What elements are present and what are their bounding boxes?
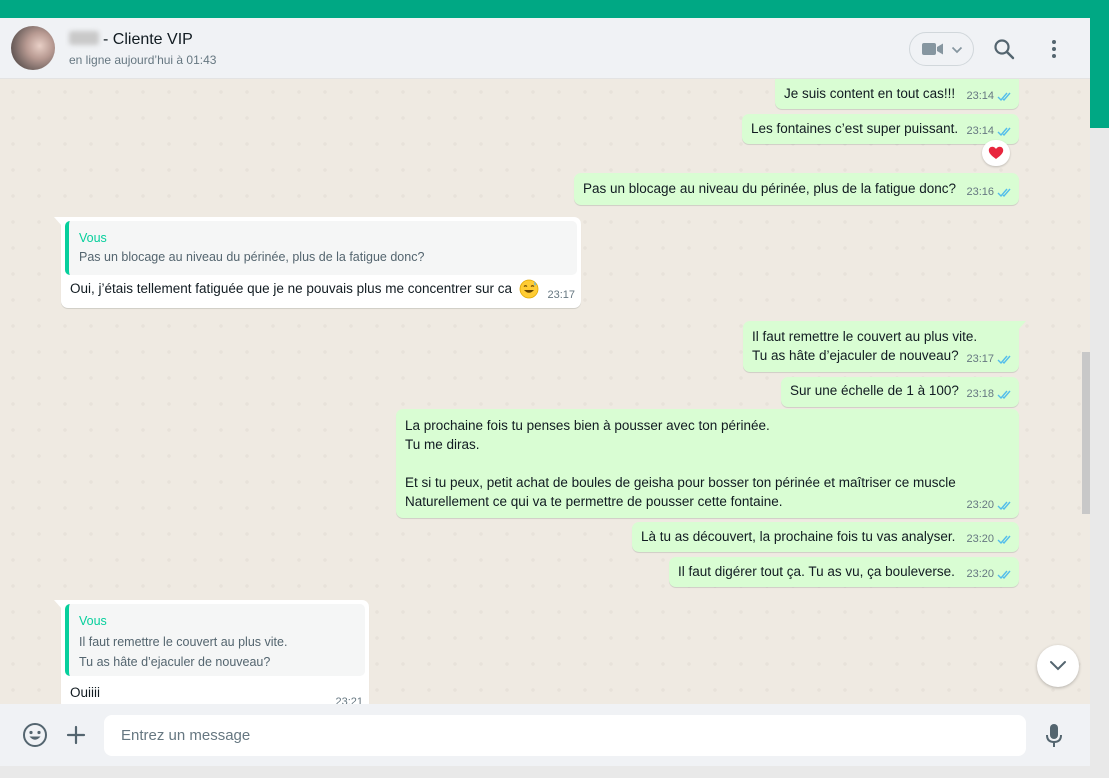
message-text: Sur une échelle de 1 à 100? bbox=[790, 383, 959, 398]
blurred-name bbox=[69, 31, 99, 45]
message-text: Ouiiii bbox=[70, 685, 101, 700]
contact-name[interactable]: - Cliente VIP bbox=[69, 31, 193, 49]
video-call-icon bbox=[922, 43, 943, 55]
microphone-icon[interactable] bbox=[1045, 723, 1063, 749]
message-outgoing[interactable]: Il faut remettre le couvert au plus vite… bbox=[743, 321, 1026, 372]
message-meta: 23:18 bbox=[966, 385, 1013, 404]
contact-name-label: - Cliente VIP bbox=[103, 31, 193, 48]
message-outgoing[interactable]: Les fontaines c’est super puissant. 23:1… bbox=[742, 114, 1019, 144]
read-ticks-icon bbox=[997, 127, 1011, 137]
quoted-message[interactable]: Vous Il faut remettre le couvert au plus… bbox=[65, 604, 365, 676]
contact-status: en ligne aujourd’hui à 01:43 bbox=[69, 53, 217, 67]
bubble-tail bbox=[54, 600, 62, 609]
message-time: 23:20 bbox=[966, 499, 994, 511]
avatar[interactable] bbox=[11, 26, 55, 70]
message-meta: 23:14 bbox=[966, 122, 1013, 141]
message-time: 23:17 bbox=[547, 289, 575, 301]
message-text: Les fontaines c’est super puissant. bbox=[751, 121, 959, 136]
message-text: Il faut digérer tout ça. Tu as vu, ça bo… bbox=[678, 564, 955, 579]
message-outgoing[interactable]: Pas un blocage au niveau du périnée, plu… bbox=[574, 173, 1019, 205]
message-text: Là tu as découvert, la prochaine fois tu… bbox=[641, 529, 956, 544]
message-time: 23:17 bbox=[966, 353, 994, 365]
grinning-sweat-emoji-icon bbox=[519, 279, 539, 299]
message-outgoing[interactable]: Il faut digérer tout ça. Tu as vu, ça bo… bbox=[669, 557, 1019, 587]
emoji-icon[interactable] bbox=[22, 722, 48, 748]
message-meta: 23:17 bbox=[966, 350, 1013, 369]
bubble-tail bbox=[54, 217, 62, 226]
bubble-tail bbox=[1018, 321, 1026, 330]
chat-header: - Cliente VIP en ligne aujourd’hui à 01:… bbox=[0, 18, 1090, 79]
message-meta: 23:14 bbox=[966, 87, 1013, 106]
message-text-body: Oui, j’étais tellement fatiguée que je n… bbox=[70, 281, 512, 296]
quote-text: Il faut remettre le couvert au plus vite… bbox=[79, 635, 288, 669]
reaction-badge[interactable] bbox=[982, 140, 1010, 166]
message-meta: 23:20 bbox=[966, 565, 1013, 584]
quote-author: Vous bbox=[79, 614, 107, 628]
quote-author: Vous bbox=[79, 231, 107, 245]
message-text: Oui, j’étais tellement fatiguée que je n… bbox=[70, 279, 512, 298]
message-meta: 23:16 bbox=[966, 183, 1013, 202]
message-meta: 23:17 bbox=[547, 286, 575, 305]
video-call-button[interactable] bbox=[909, 32, 974, 66]
chevron-down-icon bbox=[951, 46, 963, 54]
message-time: 23:16 bbox=[966, 186, 994, 198]
quote-text: Pas un blocage au niveau du périnée, plu… bbox=[79, 250, 425, 264]
message-input[interactable] bbox=[104, 715, 1026, 756]
message-time: 23:21 bbox=[335, 696, 363, 704]
message-time: 23:14 bbox=[966, 90, 994, 102]
search-icon[interactable] bbox=[993, 38, 1015, 60]
message-outgoing[interactable]: La prochaine fois tu penses bien à pouss… bbox=[396, 409, 1019, 518]
message-incoming[interactable]: Vous Il faut remettre le couvert au plus… bbox=[54, 600, 369, 704]
message-time: 23:20 bbox=[966, 533, 994, 545]
top-accent-bar bbox=[0, 0, 1109, 18]
read-ticks-icon bbox=[997, 355, 1011, 365]
bottom-margin bbox=[0, 766, 1109, 778]
message-meta: 23:21 bbox=[335, 693, 363, 704]
plus-icon[interactable] bbox=[66, 725, 86, 745]
message-list[interactable]: Je suis content en tout cas!!! 23:14 Les… bbox=[0, 79, 1090, 704]
message-incoming[interactable]: Vous Pas un blocage au niveau du périnée… bbox=[54, 217, 581, 308]
message-time: 23:14 bbox=[966, 125, 994, 137]
message-text: La prochaine fois tu penses bien à pouss… bbox=[405, 418, 956, 509]
read-ticks-icon bbox=[997, 535, 1011, 545]
menu-icon[interactable] bbox=[1049, 38, 1059, 60]
message-time: 23:18 bbox=[966, 388, 994, 400]
right-accent-bar bbox=[1090, 18, 1109, 128]
read-ticks-icon bbox=[997, 188, 1011, 198]
message-outgoing[interactable]: Sur une échelle de 1 à 100? 23:18 bbox=[781, 377, 1019, 407]
read-ticks-icon bbox=[997, 92, 1011, 102]
message-outgoing[interactable]: Là tu as découvert, la prochaine fois tu… bbox=[632, 522, 1019, 552]
message-meta: 23:20 bbox=[966, 530, 1013, 549]
read-ticks-icon bbox=[997, 501, 1011, 511]
message-time: 23:20 bbox=[966, 568, 994, 580]
read-ticks-icon bbox=[997, 390, 1011, 400]
message-text: Je suis content en tout cas!!! bbox=[784, 86, 956, 101]
message-text: Pas un blocage au niveau du périnée, plu… bbox=[583, 181, 957, 196]
read-ticks-icon bbox=[997, 570, 1011, 580]
chevron-down-icon bbox=[1050, 661, 1066, 671]
window-margin bbox=[1090, 128, 1109, 778]
scroll-to-bottom-button[interactable] bbox=[1037, 645, 1079, 687]
quoted-message[interactable]: Vous Pas un blocage au niveau du périnée… bbox=[65, 221, 577, 275]
message-outgoing[interactable]: Je suis content en tout cas!!! 23:14 bbox=[775, 79, 1019, 109]
scrollbar-thumb[interactable] bbox=[1082, 352, 1090, 514]
heart-icon bbox=[988, 146, 1004, 159]
message-text: Il faut remettre le couvert au plus vite… bbox=[752, 329, 978, 363]
message-meta: 23:20 bbox=[966, 496, 1013, 515]
composer-bar bbox=[0, 704, 1090, 766]
